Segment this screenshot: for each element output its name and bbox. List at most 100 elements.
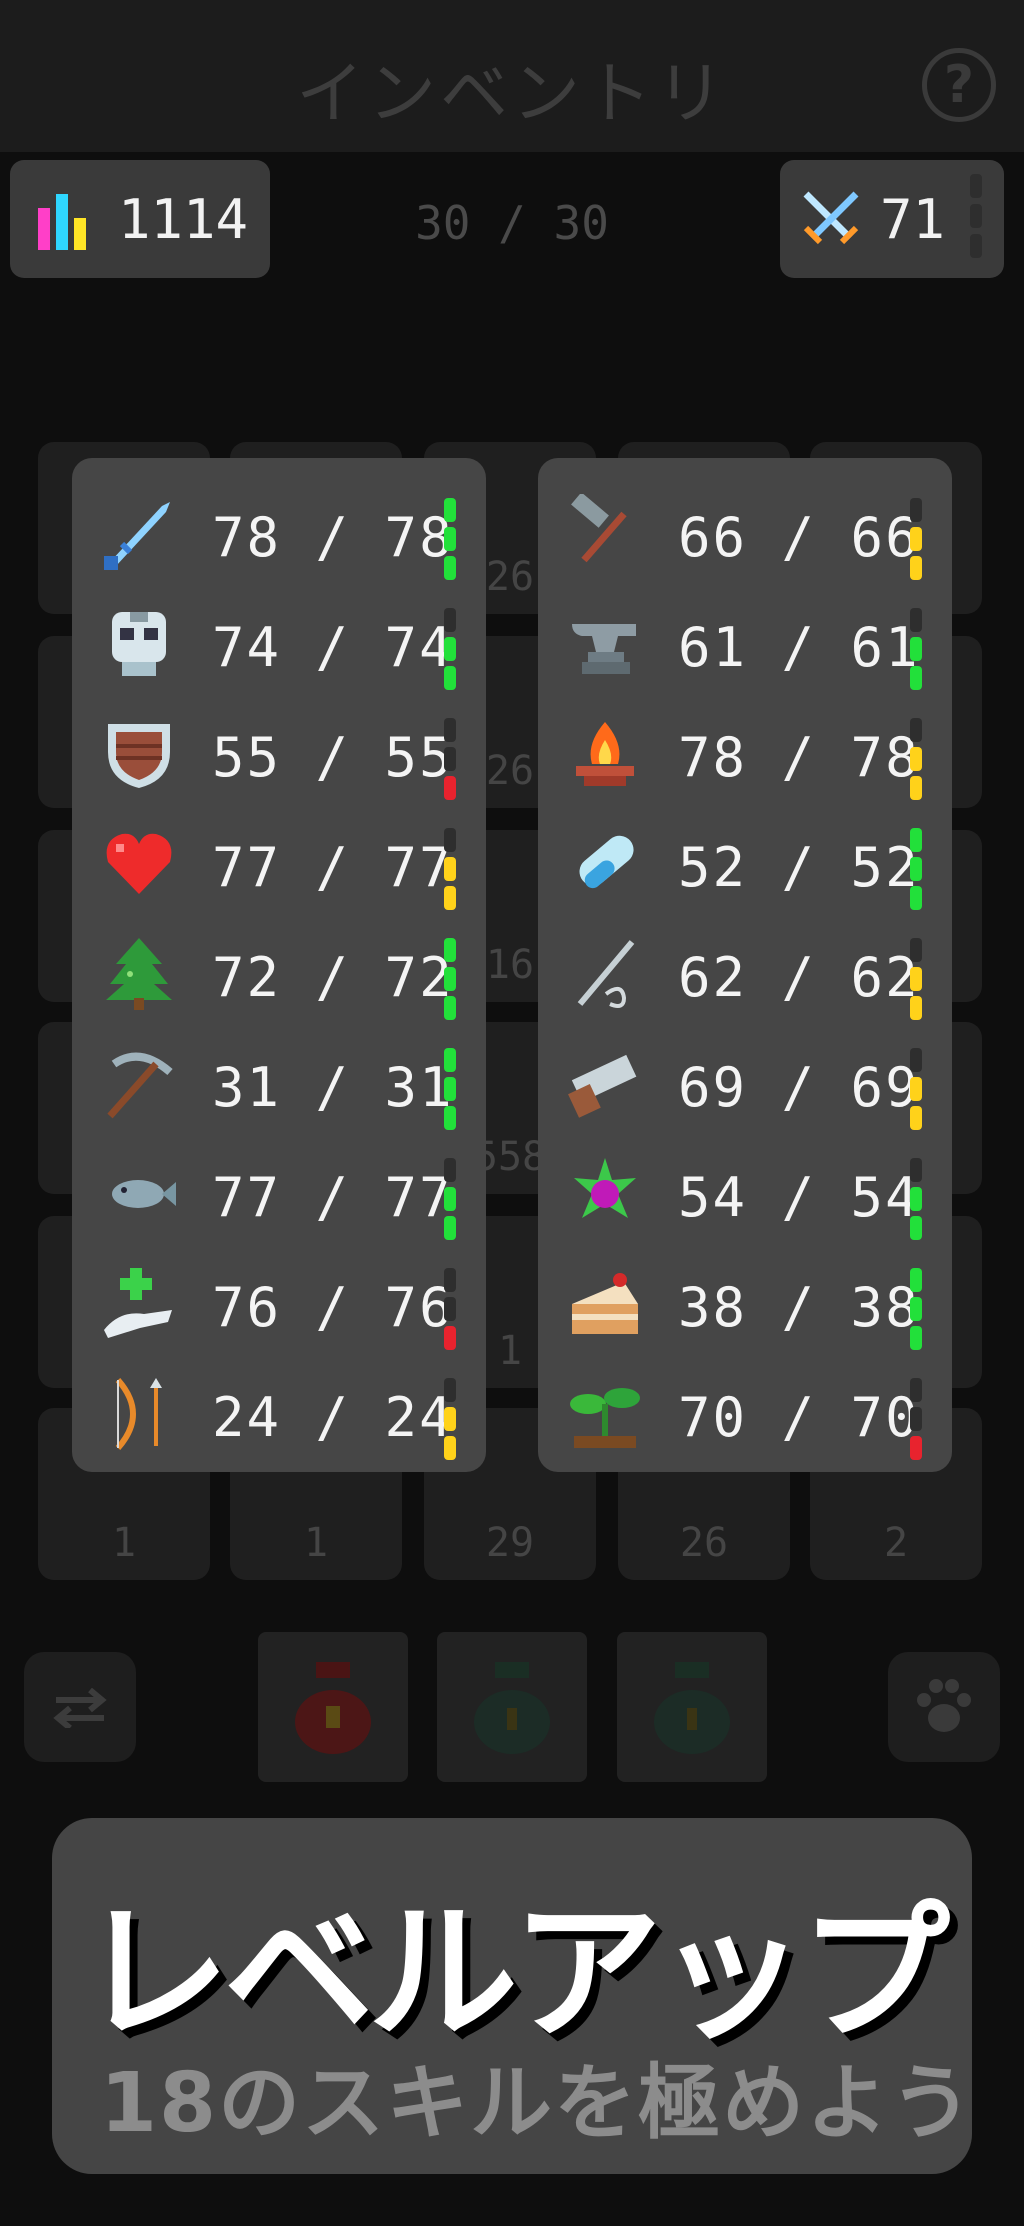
skill-progress-bar: [910, 718, 922, 800]
promo-banner: レベルアップ 18のスキルを極めよう: [52, 1818, 972, 2174]
progress-segment: [910, 1378, 922, 1402]
progress-segment: [444, 498, 456, 522]
progress-segment: [444, 527, 456, 551]
skill-row[interactable]: 31 / 31: [72, 1024, 486, 1134]
combat-level-value: 71: [880, 188, 946, 251]
skill-level-value: 74 / 74: [212, 616, 454, 679]
progress-segment: [444, 1216, 456, 1240]
progress-segment: [910, 1077, 922, 1101]
item-count: 2: [883, 1520, 909, 1566]
skill-level-value: 69 / 69: [678, 1056, 920, 1119]
skill-progress-bar: [910, 828, 922, 910]
skill-row[interactable]: 72 / 72: [72, 914, 486, 1024]
skill-row[interactable]: 70 / 70: [538, 1354, 952, 1464]
item-count: 26: [679, 1520, 729, 1566]
progress-segment: [910, 1268, 922, 1292]
item-count: 1: [303, 1520, 329, 1566]
heart-icon: [106, 833, 172, 894]
promo-subtitle: 18のスキルを極めよう: [100, 2056, 975, 2151]
skill-row[interactable]: 74 / 74: [72, 584, 486, 694]
skill-level-value: 55 / 55: [212, 726, 454, 789]
progress-segment: [910, 776, 922, 800]
progress-segment: [444, 967, 456, 991]
skill-progress-bar: [444, 1268, 456, 1350]
skill-level-value: 54 / 54: [678, 1166, 920, 1229]
progress-segment: [444, 608, 456, 632]
skill-row[interactable]: 62 / 62: [538, 914, 952, 1024]
skill-progress-bar: [910, 1268, 922, 1350]
progress-segment: [444, 1268, 456, 1292]
skill-level-value: 76 / 76: [212, 1276, 454, 1339]
skill-level-value: 38 / 38: [678, 1276, 920, 1339]
skill-row[interactable]: 77 / 77: [72, 1134, 486, 1244]
progress-segment: [910, 1216, 922, 1240]
progress-segment: [444, 637, 456, 661]
skill-level-value: 66 / 66: [678, 506, 920, 569]
bow-icon: [115, 1378, 162, 1450]
skill-row[interactable]: 66 / 66: [538, 474, 952, 584]
progress-segment: [444, 1378, 456, 1402]
skills-panel-right: 66 / 66 61 / 61 78 / 78 52 / 52 62 / 62 69 / …: [538, 458, 952, 1472]
anvil-icon: [572, 624, 636, 674]
skill-row[interactable]: 24 / 24: [72, 1354, 486, 1464]
campfire-icon: [576, 722, 634, 786]
skill-progress-bar: [444, 1048, 456, 1130]
skill-row[interactable]: 76 / 76: [72, 1244, 486, 1354]
skill-row[interactable]: 52 / 52: [538, 804, 952, 914]
sword-icon: [104, 502, 170, 570]
skill-row[interactable]: 77 / 77: [72, 804, 486, 914]
progress-segment: [910, 1106, 922, 1130]
progress-segment: [910, 527, 922, 551]
skill-level-value: 78 / 78: [212, 506, 454, 569]
skill-progress-bar: [444, 1158, 456, 1240]
page-title: インベントリ: [295, 55, 728, 134]
progress-segment: [444, 886, 456, 910]
progress-segment: [910, 996, 922, 1020]
skill-progress-bar: [910, 938, 922, 1020]
skull-helmet-icon: [112, 612, 166, 676]
skill-level-value: 31 / 31: [212, 1056, 454, 1119]
magic-gem-icon: [574, 1158, 636, 1218]
skill-row[interactable]: 78 / 78: [538, 694, 952, 804]
swap-button[interactable]: [24, 1652, 136, 1762]
progress-segment: [444, 747, 456, 771]
help-icon[interactable]: ?: [922, 48, 996, 122]
progress-segment: [910, 1436, 922, 1460]
cake-icon: [572, 1273, 638, 1334]
progress-segment: [910, 1407, 922, 1431]
crossed-swords-icon: [803, 191, 859, 245]
combat-level-bar: [970, 174, 982, 264]
progress-segment: [910, 666, 922, 690]
skill-row[interactable]: 69 / 69: [538, 1024, 952, 1134]
skill-progress-bar: [910, 1378, 922, 1460]
skill-progress-bar: [444, 938, 456, 1020]
skill-row[interactable]: 78 / 78: [72, 474, 486, 584]
bag-slot[interactable]: [258, 1632, 408, 1782]
progress-segment: [910, 747, 922, 771]
paw-icon: [917, 1679, 971, 1732]
skill-progress-bar: [444, 828, 456, 910]
shield-icon: [108, 724, 170, 788]
green-bag-icon: [474, 1662, 550, 1754]
progress-segment: [444, 1326, 456, 1350]
bag-slot[interactable]: [617, 1632, 767, 1782]
bag-slot[interactable]: [437, 1632, 587, 1782]
skill-row[interactable]: 55 / 55: [72, 694, 486, 804]
combat-level-button[interactable]: 71: [780, 160, 1004, 278]
skill-row[interactable]: 61 / 61: [538, 584, 952, 694]
progress-segment: [910, 718, 922, 742]
skill-row[interactable]: 54 / 54: [538, 1134, 952, 1244]
fish-icon: [112, 1180, 176, 1208]
pet-button[interactable]: [888, 1652, 1000, 1762]
progress-segment: [444, 556, 456, 580]
item-count: 1: [111, 1520, 137, 1566]
progress-segment: [910, 828, 922, 852]
skill-level-value: 52 / 52: [678, 836, 920, 899]
sprout-icon: [570, 1388, 640, 1448]
progress-segment: [910, 608, 922, 632]
skill-progress-bar: [444, 498, 456, 580]
progress-segment: [910, 1187, 922, 1211]
progress-segment: [910, 1158, 922, 1182]
skill-level-value: 78 / 78: [678, 726, 920, 789]
skill-row[interactable]: 38 / 38: [538, 1244, 952, 1354]
